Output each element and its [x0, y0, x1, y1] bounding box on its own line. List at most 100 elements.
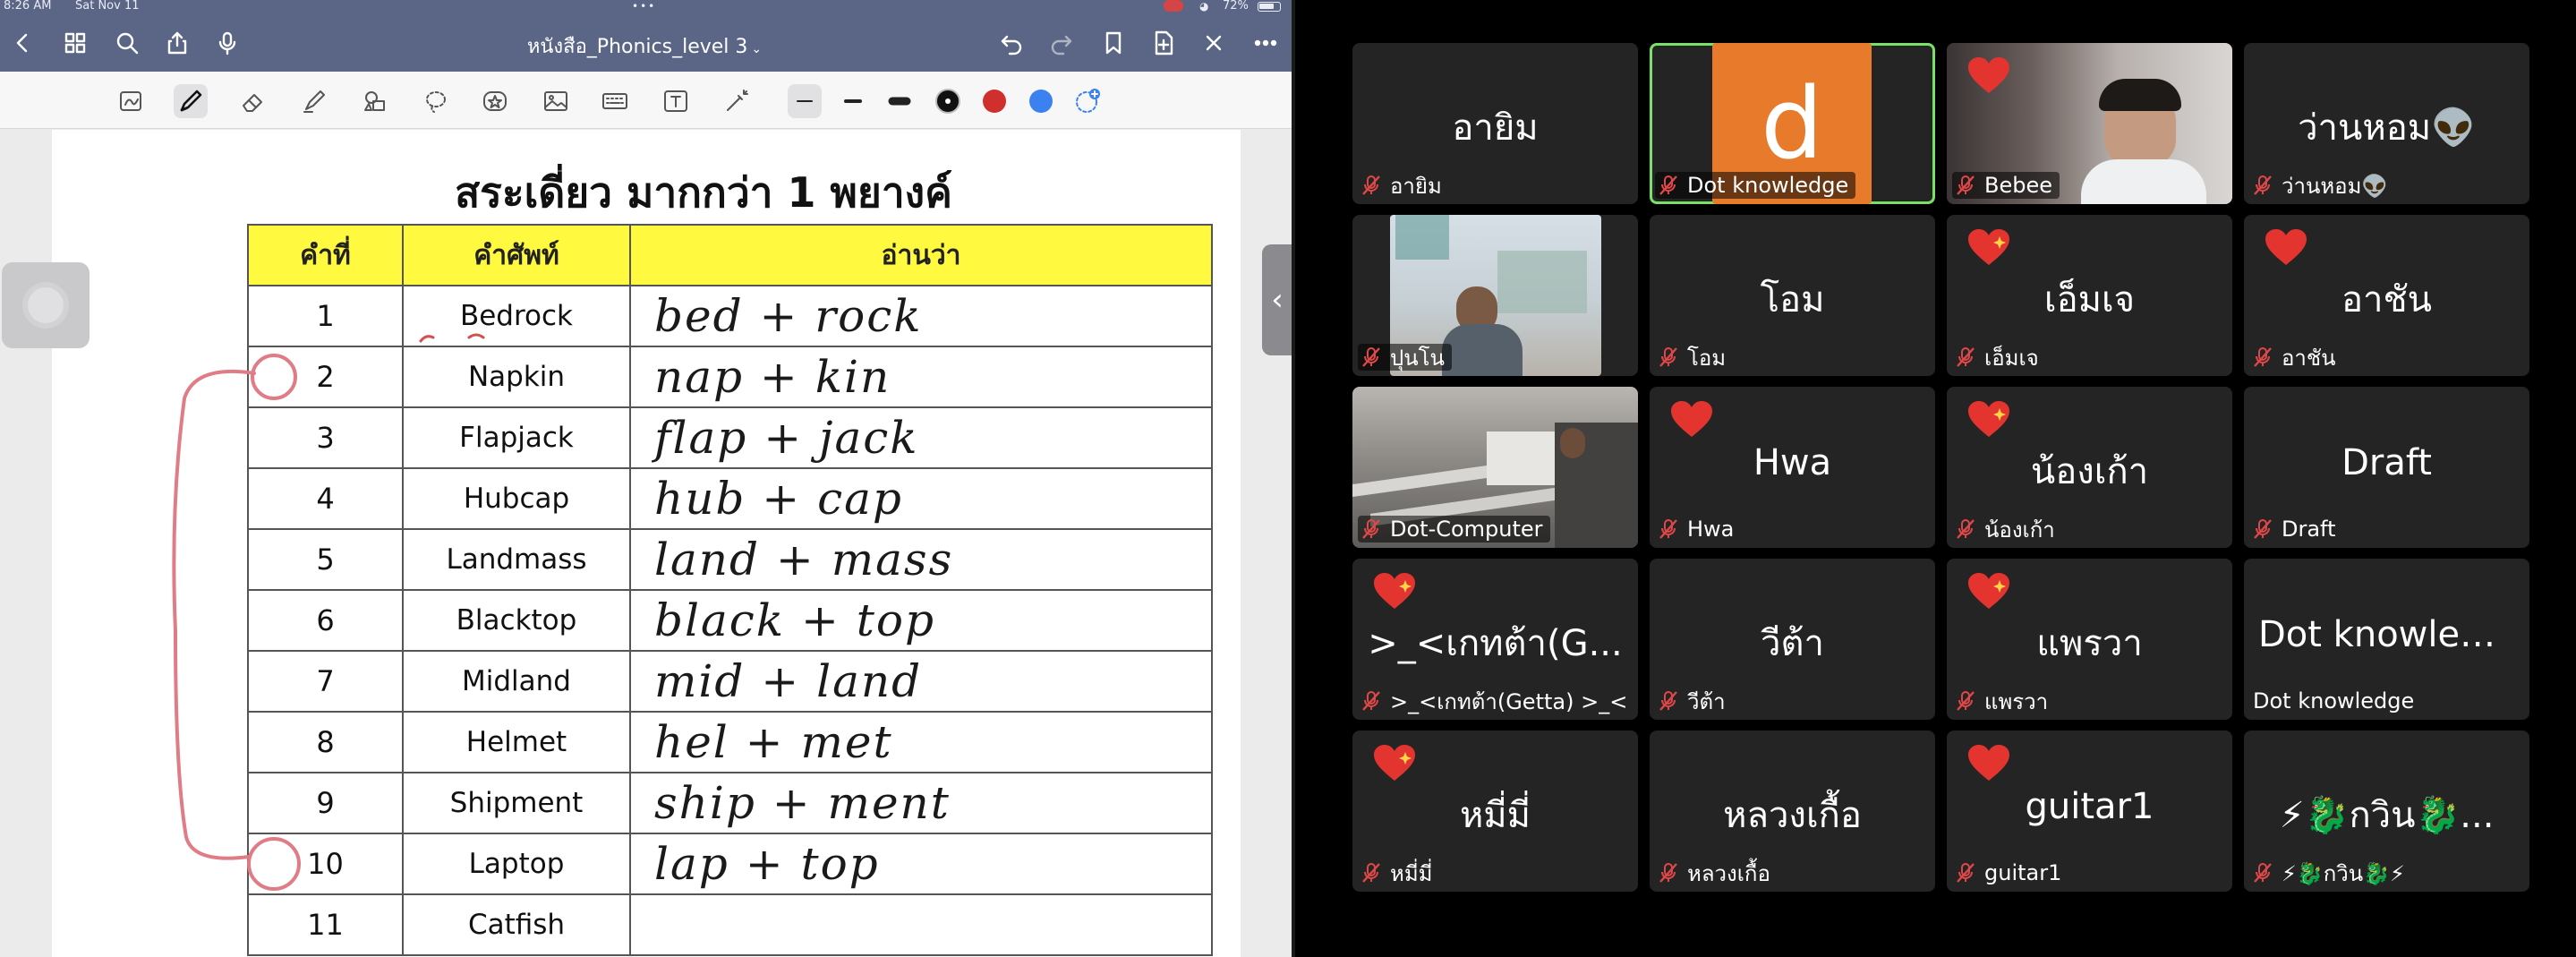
participant-tile[interactable]: โอม โอม	[1650, 215, 1935, 376]
add-page-button[interactable]	[1146, 25, 1181, 61]
pen-icon	[180, 90, 202, 112]
close-icon	[1206, 35, 1222, 51]
sticker-tool[interactable]	[478, 84, 512, 118]
number-cell: 2	[247, 346, 404, 408]
participant-tile[interactable]: ⚡🐉กวิน🐉... ⚡🐉กวิน🐉⚡	[2244, 731, 2529, 892]
laser-pointer-tool[interactable]	[720, 84, 754, 118]
page-canvas[interactable]: สระเดี่ยว มากกว่า 1 พยางค์ คำที่ คำศัพท์…	[0, 130, 1292, 957]
stroke-medium[interactable]	[836, 84, 870, 118]
number-cell: 1	[247, 285, 404, 347]
star-sticker-icon	[483, 91, 507, 111]
add-color-button[interactable]	[1070, 84, 1105, 118]
participant-name: วีต้า	[1687, 688, 1726, 714]
number-cell: 10	[247, 833, 404, 895]
pen-tool[interactable]	[174, 84, 208, 118]
document-title[interactable]: หนังสือ_Phonics_level 3 ⌄	[483, 30, 806, 62]
stroke-medium-icon	[844, 99, 862, 103]
participant-tile[interactable]: Dot knowledge Dot knowledge	[2244, 559, 2529, 720]
eraser-tool[interactable]	[236, 84, 270, 118]
color-black[interactable]	[931, 84, 965, 118]
undo-icon	[1001, 35, 1022, 56]
participant-display-name: Dot knowledge	[2258, 614, 2528, 655]
search-button[interactable]	[109, 25, 145, 61]
image-tool[interactable]	[539, 84, 573, 118]
text-box-icon	[664, 90, 687, 112]
lasso-read-tool[interactable]	[115, 84, 149, 118]
participant-tile[interactable]: เอ็มเจ เอ็มเจ	[1947, 215, 2232, 376]
drawing-toolbar	[0, 72, 1292, 129]
reading-cell: black + top	[629, 589, 1213, 652]
add-color-icon	[1076, 89, 1100, 113]
participant-tile[interactable]: Draft Draft	[2244, 387, 2529, 548]
mic-muted-icon	[1659, 863, 1677, 883]
number-cell: 4	[247, 467, 404, 530]
undo-button[interactable]	[994, 25, 1029, 61]
lasso-tool[interactable]	[419, 84, 453, 118]
share-button[interactable]	[159, 25, 195, 61]
participant-name: ปุนโน	[1390, 345, 1445, 371]
mic-muted-icon	[1659, 175, 1677, 195]
back-button[interactable]	[5, 25, 41, 61]
participant-name: เอ็มเจ	[1984, 345, 2039, 371]
participant-name-label: โอม	[1655, 344, 1733, 371]
color-blue[interactable]	[1024, 84, 1058, 118]
participant-name: Bebee	[1984, 173, 2052, 198]
participant-name-label: Bebee	[1952, 172, 2060, 199]
text-tool[interactable]	[659, 84, 693, 118]
shape-tool[interactable]	[358, 84, 392, 118]
participant-tile[interactable]: หลวงเกื้อ หลวงเกื้อ	[1650, 731, 1935, 892]
reading-cell: nap + kin	[629, 346, 1213, 408]
reading-cell: mid + land	[629, 650, 1213, 713]
mic-muted-icon	[1362, 691, 1380, 711]
color-red[interactable]	[977, 84, 1011, 118]
close-toolbar-button[interactable]	[1196, 25, 1232, 61]
word-cell: Napkin	[402, 346, 631, 408]
participant-name-label: หลวงเกื้อ	[1655, 859, 1778, 886]
participant-tile[interactable]: Hwa Hwa	[1650, 387, 1935, 548]
participant-tile[interactable]: Dot-Computer	[1352, 387, 1638, 548]
notebook-page[interactable]: สระเดี่ยว มากกว่า 1 พยางค์ คำที่ คำศัพท์…	[52, 130, 1241, 957]
more-button[interactable]	[1248, 25, 1284, 61]
participant-tile[interactable]: อายิม อายิม	[1352, 43, 1638, 204]
thumbnails-button[interactable]	[57, 25, 93, 61]
participant-name-label: อายิม	[1358, 172, 1449, 199]
participant-tile[interactable]: ว่านหอม👽 ว่านหอม👽	[2244, 43, 2529, 204]
audio-record-button[interactable]	[209, 25, 245, 61]
stroke-thin[interactable]	[788, 84, 822, 118]
stroke-thick[interactable]	[883, 84, 917, 118]
participant-tile[interactable]: แพรวา แพรวา	[1947, 559, 2232, 720]
mic-muted-icon	[1957, 519, 1975, 539]
redo-button[interactable]	[1044, 25, 1079, 61]
participant-tile[interactable]: ปุนโน	[1352, 215, 1638, 376]
participant-tile[interactable]: น้องเก้า น้องเก้า	[1947, 387, 2232, 548]
participant-display-name: อาชัน	[2341, 279, 2432, 320]
multitasking-grabber[interactable]: •••	[632, 0, 656, 13]
participant-tile[interactable]: หมี่มี่ หมี่มี่	[1352, 731, 1638, 892]
word-cell: Helmet	[402, 711, 631, 773]
participant-tile[interactable]: อาชัน อาชัน	[2244, 215, 2529, 376]
participant-name: Draft	[2282, 517, 2336, 542]
participant-name-label: แพรวา	[1952, 688, 2055, 714]
participant-name-label: ⚡🐉กวิน🐉⚡	[2249, 859, 2412, 886]
microphone-icon	[218, 31, 236, 56]
grid-icon	[64, 32, 86, 54]
participant-display-name: อายิม	[1452, 107, 1539, 149]
collapse-sidebar-tab[interactable]: ‹	[1262, 244, 1292, 355]
mic-muted-icon	[1957, 691, 1975, 711]
highlighter-tool[interactable]	[297, 84, 331, 118]
participant-tile[interactable]: d Dot knowledge	[1650, 43, 1935, 204]
keyboard-tool[interactable]	[598, 84, 632, 118]
handwriting-icon	[120, 91, 141, 111]
floating-assistive-button[interactable]	[2, 262, 90, 348]
word-cell: Blacktop	[402, 589, 631, 652]
bookmark-button[interactable]	[1096, 25, 1131, 61]
heart-reaction-icon	[1374, 573, 1415, 609]
participant-tile[interactable]: >_<เกทต้า(G... >_<เกทต้า(Getta) >_<	[1352, 559, 1638, 720]
participant-tile[interactable]: guitar1 guitar1	[1947, 731, 2232, 892]
mic-muted-icon	[2254, 347, 2272, 367]
participant-tile[interactable]: Bebee	[1947, 43, 2232, 204]
participant-tile[interactable]: วีต้า วีต้า	[1650, 559, 1935, 720]
heart-reaction-icon	[1968, 229, 2009, 265]
meeting-gallery-pane: อายิม อายิม d Dot knowledge Bebee ว่านหอม👽 ว่า…	[1295, 0, 2576, 957]
number-cell: 6	[247, 589, 404, 652]
